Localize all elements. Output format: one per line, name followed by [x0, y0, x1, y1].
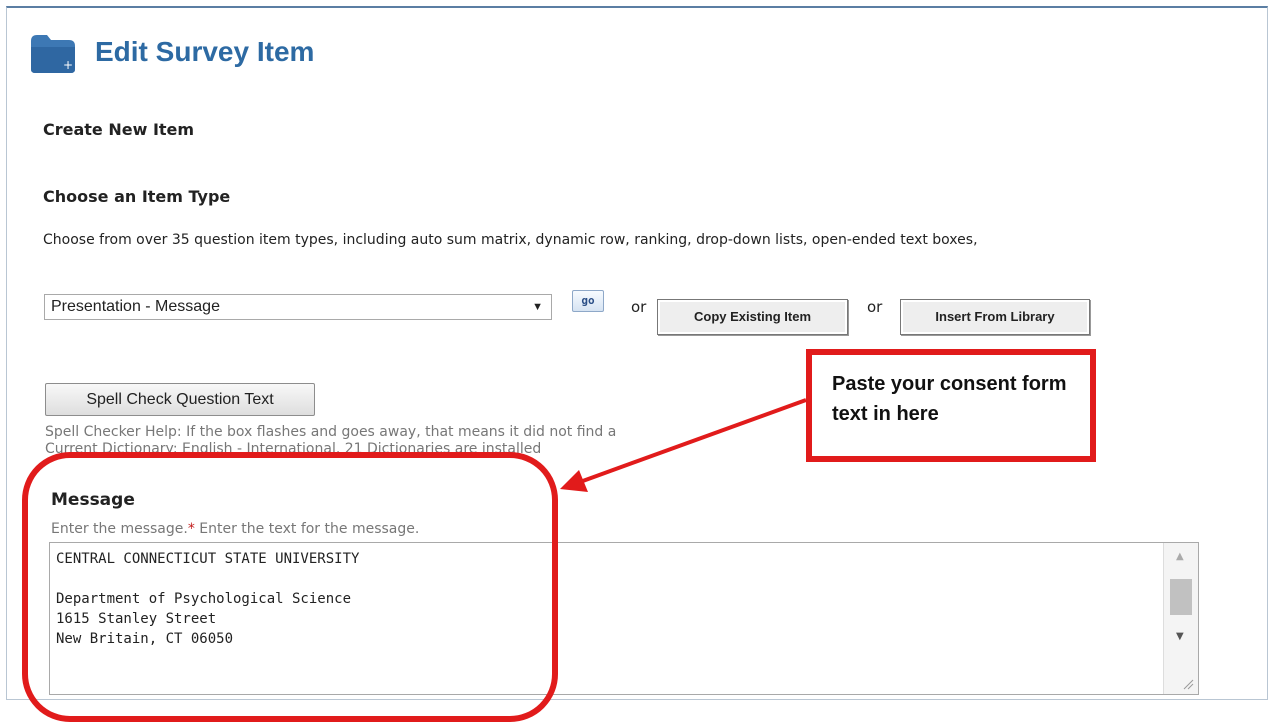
create-new-item-heading: Create New Item — [43, 120, 195, 139]
item-type-description: Choose from over 35 question item types,… — [43, 232, 978, 248]
spell-check-button[interactable]: Spell Check Question Text — [45, 383, 315, 416]
scroll-down-arrow-icon[interactable]: ▼ — [1176, 631, 1184, 642]
spell-checker-help-text: Spell Checker Help: If the box flashes a… — [45, 424, 617, 440]
or-separator: or — [631, 298, 647, 316]
scroll-up-arrow-icon[interactable]: ▲ — [1176, 551, 1184, 562]
insert-from-library-button[interactable]: Insert From Library — [900, 299, 1090, 335]
item-type-select[interactable]: Presentation - Message ▼ — [44, 294, 552, 320]
svg-text:+: + — [63, 58, 73, 72]
message-highlight-ring — [22, 452, 558, 722]
page-title: Edit Survey Item — [95, 36, 315, 67]
annotation-callout: Paste your consent form text in here — [806, 349, 1096, 462]
choose-item-type-heading: Choose an Item Type — [43, 187, 231, 206]
folder-plus-icon: + — [31, 35, 75, 73]
or-separator: or — [867, 298, 883, 316]
copy-existing-item-button[interactable]: Copy Existing Item — [657, 299, 848, 335]
callout-text: Paste your consent form text in here — [832, 373, 1067, 425]
scroll-thumb[interactable] — [1170, 579, 1192, 615]
resize-grip-icon[interactable] — [1182, 678, 1194, 690]
dropdown-arrow-icon: ▼ — [532, 301, 543, 313]
message-scrollbar[interactable]: ▲ ▼ — [1163, 543, 1198, 694]
go-button[interactable]: go — [572, 290, 604, 312]
item-type-selected-value: Presentation - Message — [51, 298, 220, 315]
